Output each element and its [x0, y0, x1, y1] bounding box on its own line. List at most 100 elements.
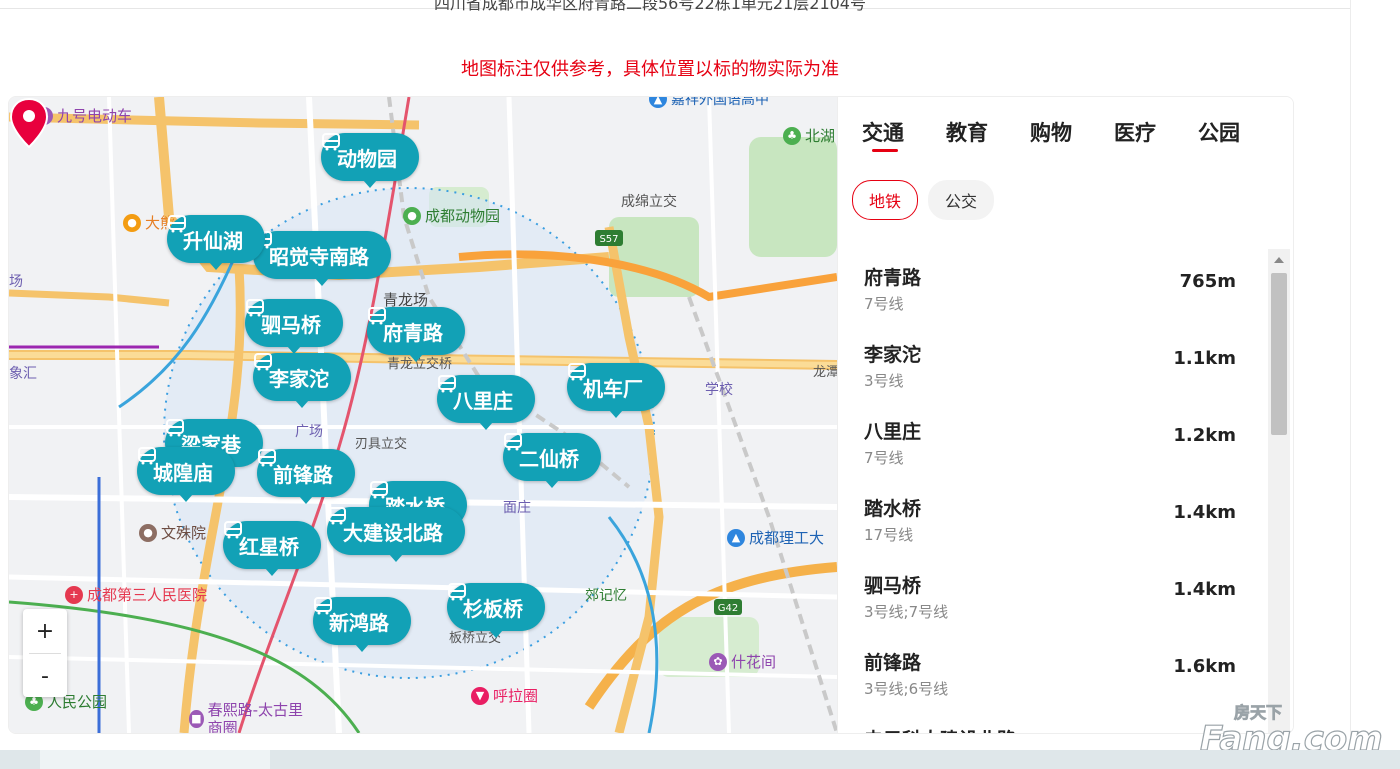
category-tabs: 交通 教育 购物 医疗 公园	[862, 117, 1240, 152]
station-line: 7号线	[864, 449, 904, 467]
metro-bubble-dajianshebeilu[interactable]: 大建设北路	[327, 507, 465, 562]
tab-park[interactable]: 公园	[1198, 117, 1240, 147]
temple-icon: ●	[139, 523, 157, 542]
metro-icon	[448, 583, 466, 601]
station-line: 7号线	[864, 295, 904, 313]
metro-icon	[254, 353, 272, 371]
station-name: 电子科大建设北路	[864, 725, 1016, 733]
metro-icon	[568, 363, 586, 381]
scroll-up-arrow-icon[interactable]	[1274, 257, 1284, 263]
address-text: 四川省成都市成华区府青路二段56号22栋1单元21层2104号	[434, 0, 866, 13]
station-distance: 1.4km	[1173, 502, 1236, 523]
list-item[interactable]: 八里庄 7号线 1.2km	[864, 403, 1236, 473]
map-view[interactable]: S57 G42 ◆九号电动车 ▲嘉祥外国语高中 ♣北湖 ●成都动物园 ●大熊 ●…	[9, 97, 837, 733]
hospital-icon: +	[65, 585, 83, 604]
list-item[interactable]: 前锋路 3号线;6号线 1.6km	[864, 634, 1236, 704]
map-card: S57 G42 ◆九号电动车 ▲嘉祥外国语高中 ♣北湖 ●成都动物园 ●大熊 ●…	[8, 96, 1294, 734]
zoom-control: + -	[23, 609, 67, 697]
station-distance: 1.1km	[1173, 348, 1236, 369]
label-renju: 刃具立交	[355, 437, 408, 452]
svg-text:S57: S57	[599, 234, 618, 245]
metro-bubble-lijiatuo[interactable]: 李家沱	[253, 353, 351, 408]
page-right-gutter	[1350, 0, 1400, 750]
transport-subtabs: 地铁 公交	[852, 180, 995, 220]
tab-traffic[interactable]: 交通	[862, 117, 904, 152]
metro-bubble-simaqiao[interactable]: 驷马桥	[245, 299, 343, 354]
shopping-icon: ■	[189, 710, 204, 728]
poi-hospital[interactable]: + 成都第三人民医院	[65, 584, 207, 605]
metro-bubble-dongwuyuan[interactable]: 动物园	[321, 133, 419, 188]
metro-icon	[224, 521, 242, 539]
metro-icon	[370, 481, 388, 499]
list-item[interactable]: 李家沱 3号线 1.1km	[864, 326, 1236, 396]
label-chengmian: 成绵立交	[621, 194, 677, 210]
metro-bubble-fuqinglu[interactable]: 府青路	[367, 307, 465, 362]
subtab-bus[interactable]: 公交	[928, 180, 995, 220]
list-item[interactable]: 驷马桥 3号线;7号线 1.4km	[864, 557, 1236, 627]
station-name: 前锋路	[864, 652, 922, 674]
metro-icon	[258, 449, 276, 467]
map-roads: S57 G42	[9, 97, 837, 733]
taskbar	[0, 750, 1400, 769]
list-item[interactable]: 府青路 7号线 765m	[864, 249, 1236, 319]
metro-bubble-jichechang[interactable]: 机车厂	[567, 363, 665, 418]
station-distance: 1.4km	[1173, 579, 1236, 600]
label-xianghui: 象汇	[9, 366, 37, 382]
metro-bubble-qianfenglu[interactable]: 前锋路	[257, 449, 355, 504]
station-distance: 1.2km	[1173, 425, 1236, 446]
zoom-out-button[interactable]: -	[23, 654, 67, 698]
metro-bubble-hongxingqiao[interactable]: 红星桥	[223, 521, 321, 576]
flower-icon: ✿	[709, 652, 727, 671]
station-name: 驷马桥	[864, 575, 922, 597]
nearby-panel: 交通 教育 购物 医疗 公园 地铁 公交 府青路 7号线 765m 李家沱 3号…	[837, 97, 1293, 733]
svg-text:G42: G42	[718, 603, 738, 614]
label-longtan: 龙潭	[813, 365, 837, 380]
school-icon: ▲	[727, 528, 745, 547]
tab-shopping[interactable]: 购物	[1030, 117, 1072, 147]
zoom-in-button[interactable]: +	[23, 609, 67, 653]
list-scrollbar[interactable]	[1268, 249, 1290, 733]
station-distance: 1.6km	[1173, 656, 1236, 677]
subtab-metro[interactable]: 地铁	[852, 180, 919, 220]
poi-uestc[interactable]: ▲ 成都理工大	[727, 527, 824, 548]
poi-school-top[interactable]: ▲ 嘉祥外国语高中	[649, 97, 769, 109]
metro-bubble-shanbanqiao[interactable]: 杉板桥	[447, 583, 545, 638]
station-name: 踏水桥	[864, 498, 922, 520]
station-name: 李家沱	[864, 344, 922, 366]
metro-icon	[314, 597, 332, 615]
poi-shihuajian[interactable]: ✿ 什花间	[709, 651, 776, 672]
food-icon: ●	[123, 213, 141, 232]
metro-bubble-shengxianhu[interactable]: 升仙湖	[167, 215, 265, 270]
poi-beihu[interactable]: ♣ 北湖	[783, 125, 835, 146]
metro-bubble-xinhonglu[interactable]: 新鸿路	[313, 597, 411, 652]
metro-icon	[322, 133, 340, 151]
metro-icon	[504, 433, 522, 451]
poi-chunxi[interactable]: ■ 春熙路-太古里商圈	[189, 701, 309, 733]
list-item[interactable]: 电子科大建设北路	[864, 711, 1236, 733]
poi-hulaquan[interactable]: ▼ 呼拉圈	[471, 685, 538, 706]
scrollbar-thumb[interactable]	[1271, 273, 1287, 435]
park-icon: ♣	[783, 126, 801, 145]
metro-icon	[328, 507, 346, 525]
metro-icon	[438, 375, 456, 393]
metro-bubble-zhaojuesinanlu[interactable]: 昭觉寺南路	[253, 231, 391, 286]
taskbar-item[interactable]	[40, 750, 270, 769]
station-line: 17号线	[864, 526, 914, 544]
poi-zoo[interactable]: ● 成都动物园	[403, 205, 500, 226]
metro-bubble-erxianqiao[interactable]: 二仙桥	[503, 433, 601, 488]
bar-icon: ▼	[471, 686, 489, 705]
poi-wenshu[interactable]: ● 文殊院	[139, 522, 206, 543]
station-line: 3号线;6号线	[864, 680, 949, 698]
station-distance: 765m	[1179, 271, 1236, 292]
metro-icon	[368, 307, 386, 325]
metro-bubble-balizhuang[interactable]: 八里庄	[437, 375, 535, 430]
list-item[interactable]: 踏水桥 17号线 1.4km	[864, 480, 1236, 550]
location-pin-icon[interactable]	[9, 97, 49, 149]
tab-medical[interactable]: 医疗	[1114, 117, 1156, 147]
metro-bubble-chenghuangmiao[interactable]: 城隍庙	[137, 447, 235, 502]
metro-icon	[166, 419, 184, 437]
metro-icon	[138, 447, 156, 465]
poi-ninebot[interactable]: ◆九号电动车	[35, 105, 132, 126]
tab-education[interactable]: 教育	[946, 117, 988, 147]
station-list: 府青路 7号线 765m 李家沱 3号线 1.1km 八里庄 7号线 1.2km…	[838, 249, 1293, 733]
